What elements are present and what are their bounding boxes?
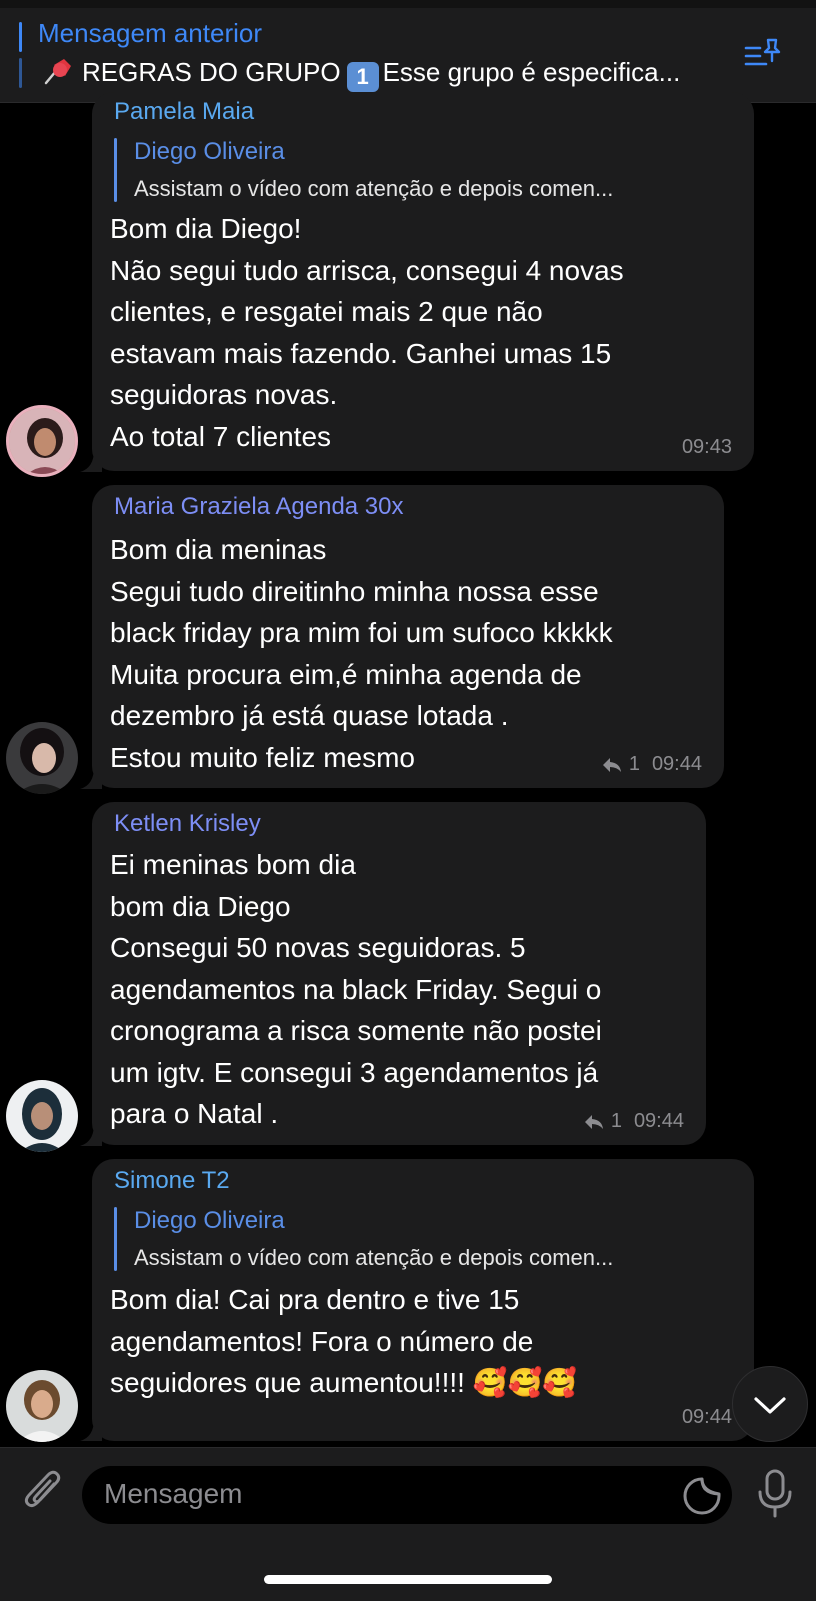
pinned-text: REGRAS DO GRUPO bbox=[82, 57, 341, 87]
message-line: Bom dia! Cai pra dentro e tive 15 bbox=[110, 1284, 520, 1315]
message-line: seguidoras novas. bbox=[110, 379, 338, 410]
reply-bar bbox=[114, 1207, 117, 1271]
message-sender[interactable]: Simone T2 bbox=[114, 1167, 230, 1195]
message-line: agendamentos na black Friday. Segui o bbox=[110, 973, 602, 1005]
message-input-placeholder: Mensagem bbox=[104, 1478, 243, 1509]
message-text: Bom dia Diego! Não segui tudo arrisca, c… bbox=[110, 208, 624, 457]
microphone-icon[interactable] bbox=[755, 1468, 795, 1520]
message-sender[interactable]: Pamela Maia bbox=[114, 98, 254, 126]
pinned-title: Mensagem anterior bbox=[38, 18, 262, 48]
message-line: black friday pra mim foi um sufoco kkkkk bbox=[110, 617, 613, 648]
message-line: Ei meninas bom dia bbox=[110, 849, 356, 880]
scroll-down-button[interactable] bbox=[732, 1366, 808, 1442]
reply-author: Diego Oliveira bbox=[134, 138, 285, 165]
message-line: Segui tudo direitinho minha nossa esse bbox=[110, 575, 599, 607]
pinned-text-rest: Esse grupo é especifica... bbox=[382, 57, 681, 87]
message-bubble[interactable]: Pamela Maia Diego Oliveira Assistam o ví… bbox=[92, 92, 754, 471]
pinned-indicator-secondary bbox=[19, 58, 22, 88]
message-line: clientes, e resgatei mais 2 que não bbox=[110, 296, 543, 327]
pinned-message-bar[interactable]: Mensagem anterior REGRAS DO GRUPO 1 Esse g… bbox=[0, 0, 816, 103]
reply-author: Diego Oliveira bbox=[134, 1207, 285, 1234]
message-line: Bom dia meninas bbox=[110, 534, 327, 565]
avatar[interactable] bbox=[6, 1370, 78, 1442]
keycap-one: 1 bbox=[346, 62, 379, 92]
chevron-down-icon bbox=[754, 1397, 786, 1414]
message-line: Ao total 7 clientes bbox=[110, 420, 332, 452]
message-line: agendamentos! Fora o número de bbox=[110, 1325, 534, 1357]
message-time: 09:44 bbox=[651, 753, 702, 775]
avatar[interactable] bbox=[6, 1080, 78, 1152]
bubble-tail bbox=[80, 450, 102, 472]
message-input[interactable]: Mensagem bbox=[82, 1466, 732, 1524]
message-meta: 1 09:44 bbox=[601, 753, 702, 776]
message-line: cronograma a risca somente não postei bbox=[110, 1015, 602, 1046]
avatar[interactable] bbox=[6, 722, 78, 794]
message-meta: 09:44 bbox=[682, 1406, 732, 1429]
message-time: 09:43 bbox=[681, 436, 732, 458]
reply-arrow-icon[interactable] bbox=[583, 1113, 605, 1131]
bubble-tail bbox=[80, 1419, 102, 1441]
avatar-image bbox=[6, 722, 78, 794]
message-meta: 1 09:44 bbox=[583, 1110, 684, 1133]
bubble-tail bbox=[80, 1124, 102, 1146]
pinned-preview[interactable]: REGRAS DO GRUPO 1 Esse grupo é especifica.… bbox=[40, 56, 740, 92]
avatar[interactable] bbox=[6, 405, 78, 477]
message-line: Consegui 50 novas seguidoras. 5 bbox=[110, 932, 526, 963]
message-line: seguidores que aumentou!!!! 🥰🥰🥰 bbox=[110, 1367, 578, 1398]
home-indicator bbox=[264, 1575, 552, 1584]
composer-bar: Mensagem bbox=[0, 1447, 816, 1601]
message-bubble[interactable]: Simone T2 Diego Oliveira Assistam o víde… bbox=[92, 1159, 754, 1441]
message-line: estavam mais fazendo. Ganhei umas 15 bbox=[110, 337, 612, 369]
reply-text: Assistam o vídeo com atenção e depois co… bbox=[134, 176, 614, 201]
message-line: para o Natal . bbox=[110, 1098, 279, 1129]
message-sender[interactable]: Ketlen Krisley bbox=[114, 810, 261, 838]
message-time: 09:44 bbox=[633, 1110, 684, 1132]
reply-text: Assistam o vídeo com atenção e depois co… bbox=[134, 1245, 614, 1270]
status-area bbox=[0, 0, 816, 8]
pinned-indicator bbox=[19, 22, 22, 52]
pinned-list-icon[interactable] bbox=[744, 36, 786, 72]
avatar-image bbox=[6, 1080, 78, 1152]
reply-count[interactable]: 1 bbox=[611, 1110, 622, 1133]
message-line: um igtv. E consegui 3 agendamentos já bbox=[110, 1056, 599, 1088]
message-line: Muita procura eim,é minha agenda de bbox=[110, 658, 582, 690]
reply-count[interactable]: 1 bbox=[629, 753, 640, 776]
sticker-icon[interactable] bbox=[682, 1476, 722, 1516]
message-meta: 09:43 bbox=[682, 436, 732, 459]
message-time: 09:44 bbox=[681, 1406, 732, 1428]
message-text: Bom dia meninas Segui tudo direitinho mi… bbox=[110, 529, 613, 778]
message-bubble[interactable]: Ketlen Krisley Ei meninas bom dia bom di… bbox=[92, 802, 706, 1145]
reply-bar bbox=[114, 138, 117, 202]
avatar-image bbox=[6, 1370, 78, 1442]
message-line: bom dia Diego bbox=[110, 890, 291, 922]
message-line: Não segui tudo arrisca, consegui 4 novas bbox=[110, 254, 624, 286]
avatar-image bbox=[9, 408, 75, 474]
message-line: dezembro já está quase lotada . bbox=[110, 700, 509, 731]
message-text: Bom dia! Cai pra dentro e tive 15 agenda… bbox=[110, 1279, 577, 1404]
message-text: Ei meninas bom dia bom dia Diego Consegu… bbox=[110, 844, 602, 1135]
message-line: Bom dia Diego! bbox=[110, 213, 302, 244]
pushpin-icon bbox=[44, 59, 71, 85]
bubble-tail bbox=[80, 767, 102, 789]
paperclip-icon[interactable] bbox=[20, 1466, 64, 1516]
reply-arrow-icon[interactable] bbox=[601, 756, 623, 774]
message-bubble[interactable]: Maria Graziela Agenda 30x Bom dia menina… bbox=[92, 485, 724, 788]
message-line: Estou muito feliz mesmo bbox=[110, 741, 415, 773]
message-sender[interactable]: Maria Graziela Agenda 30x bbox=[114, 493, 404, 521]
